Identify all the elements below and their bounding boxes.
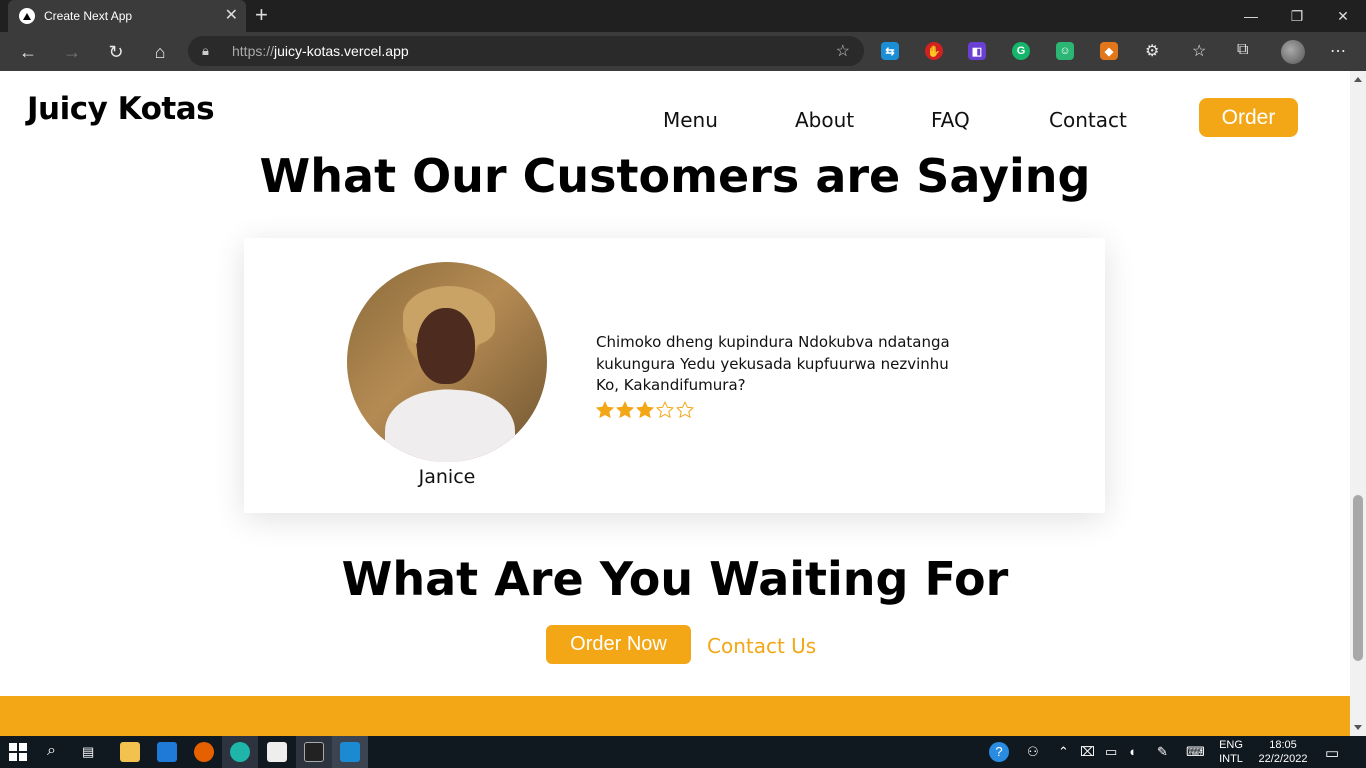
nav-link-about[interactable]: About [795,108,854,132]
site-logo[interactable]: Juicy Kotas [27,91,215,127]
address-input[interactable]: 🔒︎ https://juicy-kotas.vercel.app ☆ [188,36,864,66]
store-icon[interactable] [267,742,287,762]
extensions-icon[interactable]: ⚙ [1145,41,1159,61]
testimonial-quote: Chimoko dheng kupindura Ndokubva ndatang… [596,333,950,394]
new-tab-icon[interactable]: + [255,3,268,27]
customer-name: Janice [418,466,476,488]
cta-heading: What Are You Waiting For [341,552,1009,606]
nextjs-favicon-icon [19,8,35,24]
star-filled-icon [616,401,634,419]
terminal-icon[interactable] [304,742,324,762]
page-scrollbar[interactable] [1350,71,1366,736]
home-icon[interactable]: ⌂ [147,39,173,65]
notifications-icon[interactable]: ▭ [1325,744,1339,762]
extension-metamask-icon[interactable]: ◆ [1100,42,1118,60]
scroll-up-icon[interactable] [1354,77,1362,82]
vscode-icon[interactable] [340,742,360,762]
star-rating [596,401,694,419]
nav-link-menu[interactable]: Menu [663,108,718,132]
search-icon[interactable]: ⌕ [47,742,56,760]
testimonials-heading: What Our Customers are Saying [259,149,1091,203]
lock-icon: 🔒︎ [202,43,209,58]
people-icon[interactable]: ⚇ [1027,744,1039,760]
restore-icon[interactable]: ❐ [1274,0,1320,32]
nav-link-contact[interactable]: Contact [1049,108,1127,132]
scroll-down-icon[interactable] [1354,725,1362,730]
edge-icon[interactable] [230,742,250,762]
keyboard-icon[interactable]: ⌨ [1186,744,1205,760]
order-button[interactable]: Order [1199,98,1298,137]
star-empty-icon [676,401,694,419]
mail-icon[interactable] [157,742,177,762]
tab-title: Create Next App [44,9,133,23]
extension-adblock-icon[interactable]: ✋ [925,42,943,60]
refresh-icon[interactable]: ↻ [103,39,129,65]
window-close-icon[interactable]: ✕ [1320,0,1366,32]
extension-translate-icon[interactable]: ⇆ [881,42,899,60]
add-favorite-icon[interactable]: ☆ [836,41,850,61]
url-text: https://juicy-kotas.vercel.app [232,43,409,59]
minimize-icon[interactable]: — [1228,0,1274,32]
tray-overflow-icon[interactable]: ⌃ [1058,744,1069,760]
windows-start-icon[interactable] [9,743,27,761]
browser-tab[interactable]: Create Next App ✕ [8,0,246,32]
contact-us-link[interactable]: Contact Us [707,634,816,658]
forward-icon[interactable]: → [59,39,85,65]
tab-close-icon[interactable]: ✕ [225,7,238,25]
windows-taskbar: ⌕ ▤ ? ⚇ ⌃ ⌧ ▭ ◖ ✎ ⌨ ENG INTL 18:05 22/2/20… [0,736,1366,768]
volume-icon[interactable]: ◖ [1128,744,1136,759]
extension-green-icon[interactable]: ☺ [1056,42,1074,60]
language-indicator[interactable]: ENG INTL [1213,738,1249,766]
testimonial-card: Janice Chimoko dheng kupindura Ndokubva … [244,238,1105,513]
nav-link-faq[interactable]: FAQ [931,108,970,132]
scroll-thumb[interactable] [1353,495,1363,661]
network-icon[interactable]: ▭ [1105,744,1117,760]
back-icon[interactable]: ← [15,39,41,65]
customer-avatar [347,262,547,462]
star-filled-icon [636,401,654,419]
more-menu-icon[interactable]: ⋯ [1330,41,1346,61]
collections-icon[interactable]: ⧉ [1237,41,1248,59]
footer-band [0,696,1350,736]
extension-purple-icon[interactable]: ◧ [968,42,986,60]
tray-app-icon[interactable]: ⌧ [1080,744,1095,760]
clock[interactable]: 18:05 22/2/2022 [1252,738,1314,766]
file-explorer-icon[interactable] [120,742,140,762]
pen-icon[interactable]: ✎ [1157,744,1168,760]
order-now-button[interactable]: Order Now [546,625,691,664]
firefox-icon[interactable] [194,742,214,762]
page-viewport: Juicy Kotas Menu About FAQ Contact Order… [0,71,1350,736]
browser-toolbar: ← → ↻ ⌂ 🔒︎ https://juicy-kotas.vercel.ap… [0,32,1366,71]
star-filled-icon [596,401,614,419]
task-view-icon[interactable]: ▤ [82,744,94,760]
favorites-icon[interactable]: ☆ [1192,41,1206,61]
browser-tabbar: Create Next App ✕ + — ❐ ✕ [0,0,1366,32]
profile-avatar[interactable] [1281,40,1305,64]
extension-grammarly-icon[interactable]: G [1012,42,1030,60]
help-icon[interactable]: ? [989,742,1009,762]
star-empty-icon [656,401,674,419]
